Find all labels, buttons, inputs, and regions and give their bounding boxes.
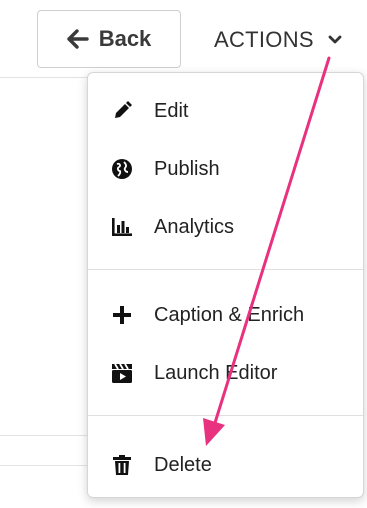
menu-item-label: Launch Editor bbox=[154, 361, 278, 384]
globe-icon bbox=[110, 157, 134, 181]
menu-item-label: Publish bbox=[154, 157, 220, 180]
arrow-left-icon bbox=[67, 29, 89, 49]
menu-item-publish[interactable]: Publish bbox=[88, 145, 363, 193]
chevron-down-icon bbox=[328, 35, 342, 44]
menu-item-launch-editor[interactable]: Launch Editor bbox=[88, 349, 363, 397]
bar-chart-icon bbox=[110, 215, 134, 239]
menu-item-edit[interactable]: Edit bbox=[88, 87, 363, 135]
divider-line bbox=[0, 435, 90, 436]
actions-dropdown-menu: Edit Publish Analytics Caption & Enrich … bbox=[87, 72, 364, 498]
menu-item-analytics[interactable]: Analytics bbox=[88, 203, 363, 251]
plus-icon bbox=[110, 303, 134, 327]
back-button-label: Back bbox=[98, 26, 152, 51]
back-button[interactable]: Back bbox=[37, 10, 181, 68]
actions-button-label: ACTIONS bbox=[214, 27, 314, 52]
menu-divider bbox=[88, 269, 363, 270]
divider-line bbox=[0, 77, 90, 78]
pencil-icon bbox=[110, 99, 134, 123]
actions-dropdown-button[interactable]: ACTIONS bbox=[214, 18, 342, 62]
menu-item-label: Analytics bbox=[154, 215, 235, 238]
menu-item-delete[interactable]: Delete bbox=[88, 441, 363, 489]
clapperboard-icon bbox=[110, 361, 134, 385]
menu-item-label: Edit bbox=[154, 99, 189, 122]
menu-item-caption-enrich[interactable]: Caption & Enrich bbox=[88, 291, 363, 339]
menu-item-label: Delete bbox=[154, 453, 212, 476]
screenshot-stage: Back ACTIONS Edit Publish Analytics Capt… bbox=[0, 0, 367, 508]
trash-icon bbox=[110, 453, 134, 477]
menu-item-label: Caption & Enrich bbox=[154, 303, 305, 326]
menu-divider bbox=[88, 415, 363, 416]
divider-line bbox=[0, 465, 90, 466]
